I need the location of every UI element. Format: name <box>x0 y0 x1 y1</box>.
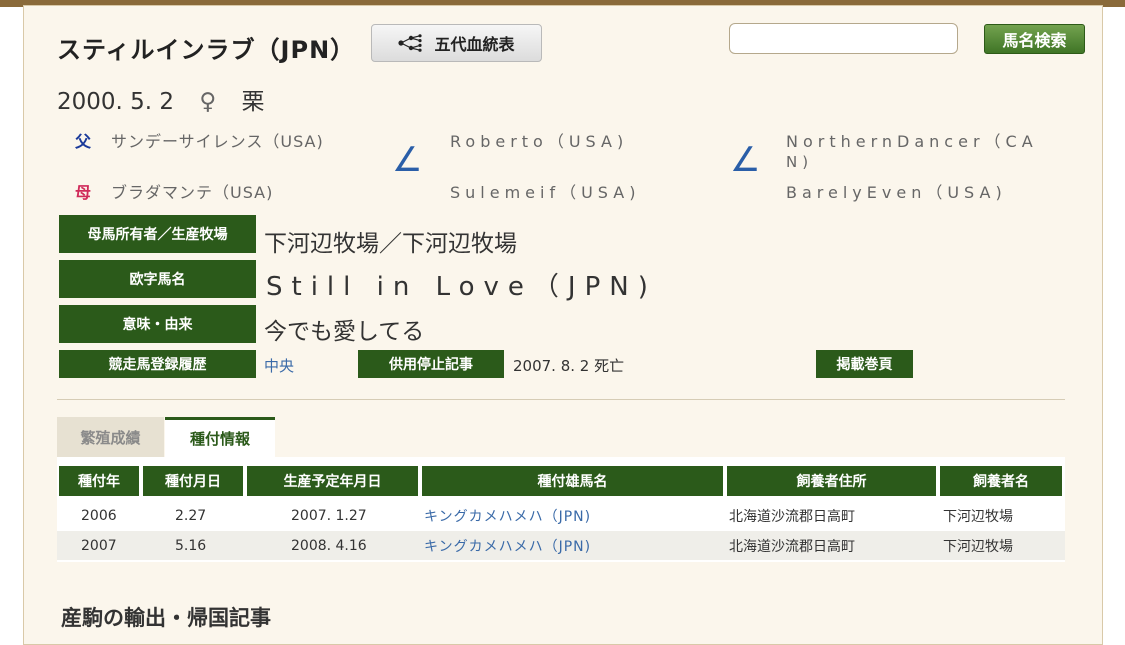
table-cell: 2007. 1.27 <box>291 507 367 524</box>
retire-value: 2007. 8. 2 死亡 <box>513 357 625 375</box>
section-title: 産駒の輸出・帰国記事 <box>61 606 271 630</box>
pedigree-button-label: 五代血統表 <box>434 35 515 54</box>
coat-color: 栗 <box>241 89 265 115</box>
birth-line: 2000. 5. 2 ♀ 栗 <box>57 82 283 116</box>
divider <box>57 399 1065 400</box>
table-header: 種付雄馬名 <box>422 466 723 496</box>
grandsire-name-1-cont: N) <box>786 153 814 171</box>
table-cell: 2007 <box>81 537 117 554</box>
owner-value: 下河辺牧場／下河辺牧場 <box>264 231 517 257</box>
roman-name-label: 欧字馬名 <box>59 260 256 298</box>
sire-label: 父 <box>75 132 92 151</box>
table-cell: 北海道沙流郡日高町 <box>729 508 855 525</box>
owner-label: 母馬所有者／生産牧場 <box>59 215 256 253</box>
roman-name-value: Still in Love（JPN) <box>266 272 657 302</box>
search-input[interactable] <box>729 23 958 54</box>
dam-label: 母 <box>75 183 92 202</box>
dam-name[interactable]: ブラダマンテ（USA) <box>111 179 273 203</box>
table-cell: 5.16 <box>175 537 207 554</box>
search-button[interactable]: 馬名検索 <box>984 24 1085 54</box>
sire-sire-name[interactable]: Roberto（USA) <box>450 128 628 152</box>
registry-link[interactable]: 中央 <box>264 355 294 376</box>
table-row: 2006 2.27 2007. 1.27 キングカメハメハ（JPN) 北海道沙流… <box>57 501 1065 530</box>
table-header: 種付月日 <box>143 466 243 496</box>
stallion-link[interactable]: キングカメハメハ（JPN) <box>424 501 591 530</box>
table-header: 生産予定年月日 <box>247 466 418 496</box>
meaning-label: 意味・由来 <box>59 305 256 343</box>
bracket-icon: ∠ <box>730 140 761 180</box>
stallion-link[interactable]: キングカメハメハ（JPN) <box>424 531 591 560</box>
grandsire-name-1[interactable]: NorthernDancer（CA <box>786 128 1038 152</box>
table-header: 種付年 <box>59 466 139 496</box>
pedigree-tree-icon <box>398 34 423 52</box>
table-header: 飼養者名 <box>940 466 1062 496</box>
page-ref-button[interactable]: 掲載巻頁 <box>816 350 913 378</box>
table-cell: 2006 <box>81 507 117 524</box>
birth-date: 2000. 5. 2 <box>57 89 175 115</box>
table-row: 2007 5.16 2008. 4.16 キングカメハメハ（JPN) 北海道沙流… <box>57 531 1065 560</box>
female-icon: ♀ <box>199 89 217 115</box>
sire-name[interactable]: サンデーサイレンス（USA) <box>111 128 324 152</box>
table-cell: 2008. 4.16 <box>291 537 367 554</box>
retire-label: 供用停止記事 <box>358 350 504 378</box>
table-cell: 北海道沙流郡日高町 <box>729 538 855 555</box>
table-cell: 下河辺牧場 <box>943 508 1013 525</box>
dam-sire-name[interactable]: Sulemeif（USA) <box>450 179 640 203</box>
registry-label: 競走馬登録履歴 <box>59 350 256 378</box>
grandsire-name-2[interactable]: BarelyEven（USA) <box>786 179 1007 203</box>
tab-covering-info[interactable]: 種付情報 <box>165 417 275 457</box>
table-header: 飼養者住所 <box>727 466 936 496</box>
bracket-icon: ∠ <box>392 140 423 180</box>
horse-name: スティルインラブ（JPN） <box>57 36 356 64</box>
table-cell: 2.27 <box>175 507 207 524</box>
pedigree-button[interactable]: 五代血統表 <box>371 24 542 62</box>
meaning-value: 今でも愛してる <box>264 319 425 345</box>
table-cell: 下河辺牧場 <box>943 538 1013 555</box>
tab-breeding-results[interactable]: 繁殖成績 <box>57 417 164 457</box>
